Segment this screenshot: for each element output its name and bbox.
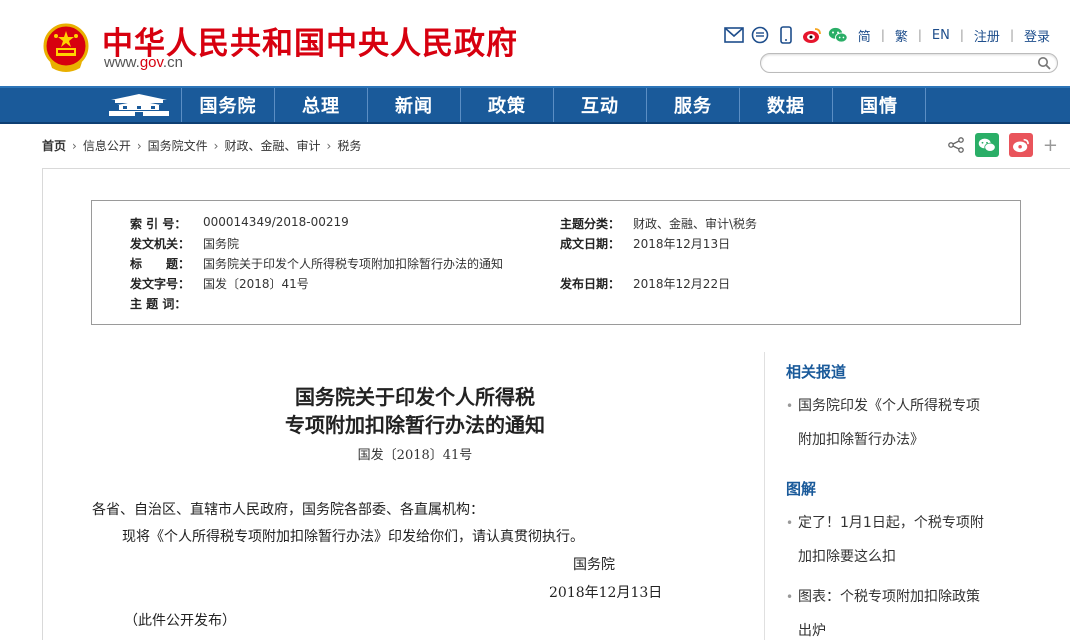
url-prefix: www. bbox=[104, 54, 140, 71]
nav-home[interactable] bbox=[96, 88, 182, 122]
nav-item-premier[interactable]: 总理 bbox=[275, 88, 368, 122]
link-line: 定了！1月1日起，个税专项附 bbox=[798, 515, 984, 531]
link-line: 国务院印发《个人所得税专项 bbox=[798, 398, 980, 414]
meta-value: 000014349/2018-00219 bbox=[203, 215, 349, 229]
breadcrumb-taxation[interactable]: 税务 bbox=[337, 137, 361, 154]
mail-icon[interactable] bbox=[723, 25, 744, 45]
nav-item-national-info[interactable]: 国情 bbox=[833, 88, 926, 122]
meta-label: 标 题： bbox=[130, 257, 191, 271]
document-meta-table: 索 引 号： 000014349/2018-00219 主题分类： 财政、金融、… bbox=[91, 200, 1021, 325]
url-suffix: .cn bbox=[162, 54, 183, 71]
lang-traditional-link[interactable]: 繁 bbox=[891, 26, 912, 45]
breadcrumb-arrow-icon: › bbox=[326, 138, 332, 153]
breadcrumb-info-disclosure[interactable]: 信息公开 bbox=[83, 137, 131, 154]
search-icon[interactable] bbox=[1037, 56, 1051, 70]
share-more-icon[interactable]: + bbox=[1043, 135, 1058, 156]
breadcrumb-arrow-icon: › bbox=[213, 138, 219, 153]
infographic-link[interactable]: 图表：个税专项附加扣除政策 出炉 bbox=[786, 580, 1036, 640]
meta-index-row: 索 引 号： 000014349/2018-00219 bbox=[130, 215, 349, 232]
separator: | bbox=[1009, 28, 1014, 42]
meta-title-row: 标 题： 国务院关于印发个人所得税专项附加扣除暂行办法的通知 bbox=[130, 255, 503, 272]
share-weibo-icon[interactable] bbox=[1008, 133, 1033, 157]
meta-label: 主题分类： bbox=[560, 217, 621, 231]
meta-label: 发文机关： bbox=[130, 237, 191, 251]
meta-value: 国发〔2018〕41号 bbox=[203, 277, 309, 291]
breadcrumb-home[interactable]: 首页 bbox=[42, 137, 66, 154]
meta-label: 发布日期： bbox=[560, 277, 621, 291]
meta-label: 成文日期： bbox=[560, 237, 621, 251]
article-doc-number: 国发〔2018〕41号 bbox=[357, 448, 473, 463]
site-url[interactable]: www.gov.cn bbox=[104, 54, 183, 71]
column-divider bbox=[764, 352, 765, 640]
register-link[interactable]: 注册 bbox=[970, 26, 1004, 45]
meta-value: 2018年12月22日 bbox=[633, 277, 731, 291]
article-salutation: 各省、自治区、直辖市人民政府，国务院各部委、各直属机构： bbox=[92, 502, 484, 518]
breadcrumb: 首页 › 信息公开 › 国务院文件 › 财政、金融、审计 › 税务 bbox=[42, 137, 361, 154]
search-box bbox=[760, 53, 1058, 74]
wechat-icon[interactable] bbox=[828, 25, 848, 45]
breadcrumb-arrow-icon: › bbox=[136, 138, 142, 153]
nav-item-news[interactable]: 新闻 bbox=[368, 88, 461, 122]
link-line: 出炉 bbox=[798, 623, 826, 639]
nav-items: 国务院 总理 新闻 政策 互动 服务 数据 国情 bbox=[182, 88, 926, 122]
site-header: 中华人民共和国中央人民政府 www.gov.cn 简 | 繁 | EN | 注册… bbox=[0, 0, 1070, 86]
meta-label: 索 引 号： bbox=[130, 217, 187, 231]
related-reports-heading: 相关报道 bbox=[786, 363, 847, 381]
share-icon[interactable] bbox=[947, 136, 965, 154]
article-title: 国务院关于印发个人所得税 专项附加扣除暂行办法的通知 bbox=[230, 383, 600, 439]
meta-issuer-row: 发文机关： 国务院 bbox=[130, 235, 239, 252]
meta-value: 2018年12月13日 bbox=[633, 237, 731, 251]
link-line: 附加扣除暂行办法》 bbox=[798, 432, 924, 448]
meta-value: 国务院 bbox=[203, 237, 240, 251]
article-title-line: 国务院关于印发个人所得税 bbox=[295, 385, 535, 409]
separator: | bbox=[880, 28, 885, 42]
article-date: 2018年12月13日 bbox=[549, 585, 663, 601]
article-signer: 国务院 bbox=[573, 557, 615, 573]
article-note: （此件公开发布） bbox=[124, 613, 236, 629]
meta-published-row: 发布日期： 2018年12月22日 bbox=[560, 275, 730, 292]
login-link[interactable]: 登录 bbox=[1020, 26, 1054, 45]
breadcrumb-arrow-icon: › bbox=[72, 138, 77, 153]
meta-value: 财政、金融、审计\税务 bbox=[633, 217, 758, 231]
article-title-line: 专项附加扣除暂行办法的通知 bbox=[285, 413, 545, 437]
nav-item-data[interactable]: 数据 bbox=[740, 88, 833, 122]
meta-value: 国务院关于印发个人所得税专项附加扣除暂行办法的通知 bbox=[203, 257, 504, 271]
infographic-link[interactable]: 定了！1月1日起，个税专项附 加扣除要这么扣 bbox=[786, 506, 1036, 574]
national-emblem-icon[interactable] bbox=[42, 22, 90, 74]
lang-english-link[interactable]: EN bbox=[928, 28, 954, 43]
mobile-icon[interactable] bbox=[776, 25, 796, 45]
separator: | bbox=[959, 28, 964, 42]
share-bar: + bbox=[947, 133, 1058, 157]
main-nav: 国务院 总理 新闻 政策 互动 服务 数据 国情 bbox=[0, 86, 1070, 124]
nav-item-interaction[interactable]: 互动 bbox=[554, 88, 647, 122]
link-line: 图表：个税专项附加扣除政策 bbox=[798, 589, 980, 605]
share-wechat-icon[interactable] bbox=[974, 133, 999, 157]
meta-category-row: 主题分类： 财政、金融、审计\税务 bbox=[560, 215, 757, 232]
lang-simplified-link[interactable]: 简 bbox=[854, 26, 875, 45]
related-report-link[interactable]: 国务院印发《个人所得税专项 附加扣除暂行办法》 bbox=[786, 389, 1036, 457]
nav-item-state-council[interactable]: 国务院 bbox=[182, 88, 275, 122]
weibo-icon[interactable] bbox=[802, 25, 822, 45]
breadcrumb-council-documents[interactable]: 国务院文件 bbox=[148, 137, 208, 154]
top-links: 简 | 繁 | EN | 注册 | 登录 bbox=[723, 24, 1054, 46]
meta-docno-row: 发文字号： 国发〔2018〕41号 bbox=[130, 275, 309, 292]
nav-item-services[interactable]: 服务 bbox=[647, 88, 740, 122]
search-input[interactable] bbox=[771, 56, 1041, 74]
meta-label: 主 题 词： bbox=[130, 297, 187, 311]
meta-label: 发文字号： bbox=[130, 277, 191, 291]
meta-created-row: 成文日期： 2018年12月13日 bbox=[560, 235, 730, 252]
separator: | bbox=[917, 28, 922, 42]
url-gov: gov bbox=[139, 54, 163, 71]
nav-item-policies[interactable]: 政策 bbox=[461, 88, 554, 122]
tiananmen-icon bbox=[108, 94, 169, 116]
article-body: 现将《个人所得税专项附加扣除暂行办法》印发给你们，请认真贯彻执行。 bbox=[122, 529, 584, 545]
breadcrumb-finance[interactable]: 财政、金融、审计 bbox=[224, 137, 320, 154]
infographics-heading: 图解 bbox=[786, 480, 817, 498]
meta-keywords-row: 主 题 词： bbox=[130, 295, 203, 312]
link-line: 加扣除要这么扣 bbox=[798, 549, 896, 565]
chat-bubble-icon[interactable] bbox=[750, 25, 770, 45]
